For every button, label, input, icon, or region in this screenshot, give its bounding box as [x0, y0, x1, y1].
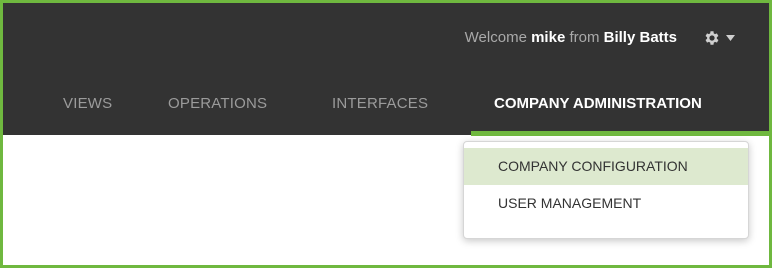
welcome-message: Welcome mike from Billy Batts: [465, 29, 677, 46]
username: mike: [531, 29, 566, 46]
welcome-prefix: Welcome: [464, 29, 527, 46]
gear-icon: [703, 29, 721, 47]
settings-menu-button[interactable]: [703, 25, 747, 51]
main-nav: VIEWS OPERATIONS INTERFACES COMPANY ADMI…: [3, 77, 769, 132]
nav-tab-interfaces[interactable]: INTERFACES: [332, 95, 428, 112]
menu-item-user-management[interactable]: USER MANAGEMENT: [464, 185, 748, 222]
top-navbar: Welcome mike from Billy Batts VIEWS OPER…: [3, 3, 769, 135]
welcome-middle: from: [569, 29, 600, 46]
active-tab-indicator: [471, 131, 769, 136]
app-frame: Welcome mike from Billy Batts VIEWS OPER…: [0, 0, 772, 268]
nav-tab-views[interactable]: VIEWS: [63, 95, 112, 112]
company-name: Billy Batts: [603, 29, 677, 46]
company-admin-dropdown: COMPANY CONFIGURATION USER MANAGEMENT: [463, 141, 749, 239]
nav-tab-operations[interactable]: OPERATIONS: [168, 95, 267, 112]
caret-down-icon: [726, 35, 735, 41]
menu-item-company-configuration[interactable]: COMPANY CONFIGURATION: [464, 148, 748, 185]
nav-tab-company-administration[interactable]: COMPANY ADMINISTRATION: [494, 95, 702, 112]
